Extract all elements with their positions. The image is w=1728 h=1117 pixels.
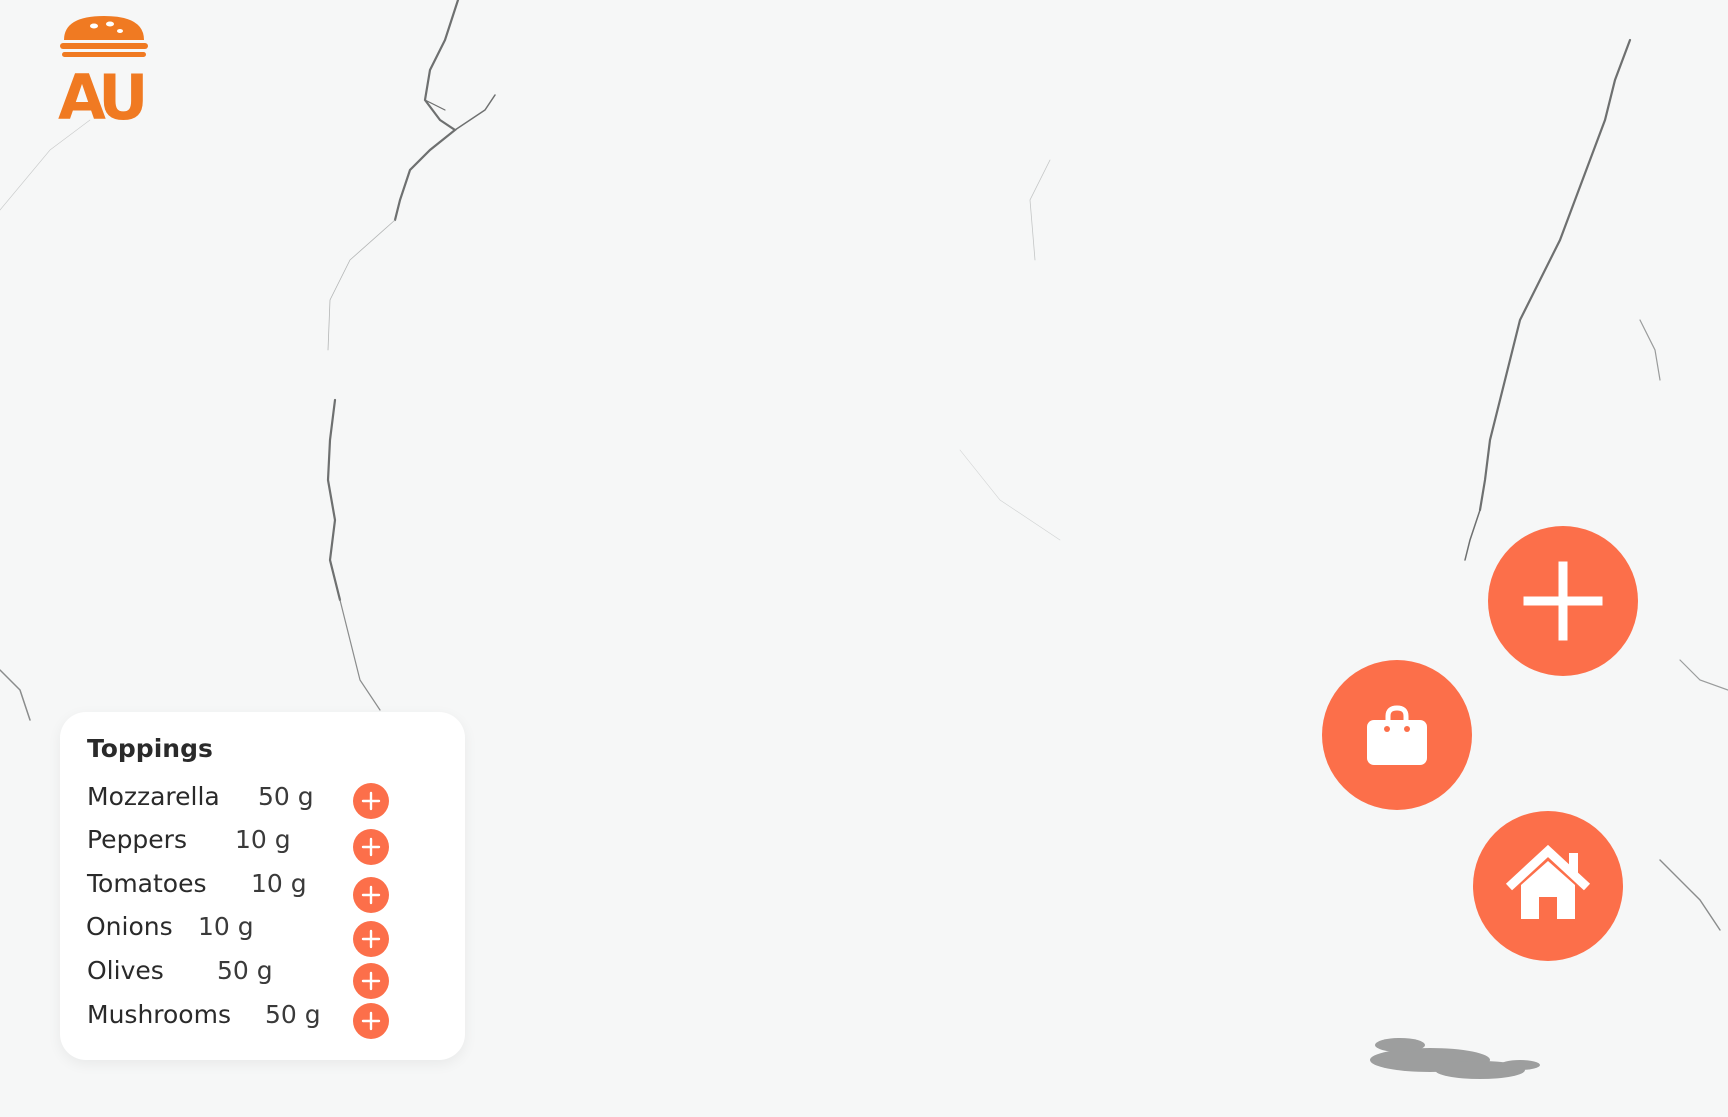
topping-item: Peppers 10 g bbox=[87, 820, 447, 860]
add-topping-button[interactable] bbox=[353, 783, 389, 819]
topping-weight: 10 g bbox=[251, 869, 307, 898]
cart-button[interactable] bbox=[1322, 660, 1472, 810]
topping-item: Onions 10 g bbox=[86, 907, 446, 947]
home-icon bbox=[1505, 844, 1591, 919]
topping-weight: 50 g bbox=[217, 956, 273, 985]
plus-icon bbox=[361, 791, 381, 811]
topping-name: Mushrooms bbox=[87, 1000, 231, 1029]
topping-weight: 50 g bbox=[265, 1000, 321, 1029]
topping-item: Olives 50 g bbox=[87, 951, 447, 991]
topping-name: Olives bbox=[87, 956, 164, 985]
add-topping-button[interactable] bbox=[353, 1003, 389, 1039]
brand-logo[interactable]: AU bbox=[58, 14, 150, 136]
topping-item: Tomatoes 10 g bbox=[87, 864, 447, 904]
toppings-card: Toppings Mozzarella 50 g Peppers 10 g To… bbox=[60, 712, 465, 1060]
topping-weight: 50 g bbox=[258, 782, 314, 811]
plus-icon bbox=[361, 1011, 381, 1031]
topping-name: Peppers bbox=[87, 825, 187, 854]
topping-weight: 10 g bbox=[235, 825, 291, 854]
topping-name: Tomatoes bbox=[87, 869, 207, 898]
logo-text: AU bbox=[58, 61, 148, 134]
add-topping-button[interactable] bbox=[353, 963, 389, 999]
add-button[interactable] bbox=[1488, 526, 1638, 676]
toppings-title: Toppings bbox=[87, 734, 213, 763]
shopping-bag-icon bbox=[1367, 705, 1427, 765]
plus-icon bbox=[361, 971, 381, 991]
topping-name: Onions bbox=[86, 912, 173, 941]
plus-icon bbox=[1523, 561, 1603, 641]
plus-icon bbox=[361, 837, 381, 857]
add-topping-button[interactable] bbox=[353, 829, 389, 865]
topping-item: Mozzarella 50 g bbox=[87, 777, 447, 817]
topping-item: Mushrooms 50 g bbox=[87, 995, 447, 1035]
home-button[interactable] bbox=[1473, 811, 1623, 961]
topping-name: Mozzarella bbox=[87, 782, 220, 811]
topping-weight: 10 g bbox=[198, 912, 254, 941]
